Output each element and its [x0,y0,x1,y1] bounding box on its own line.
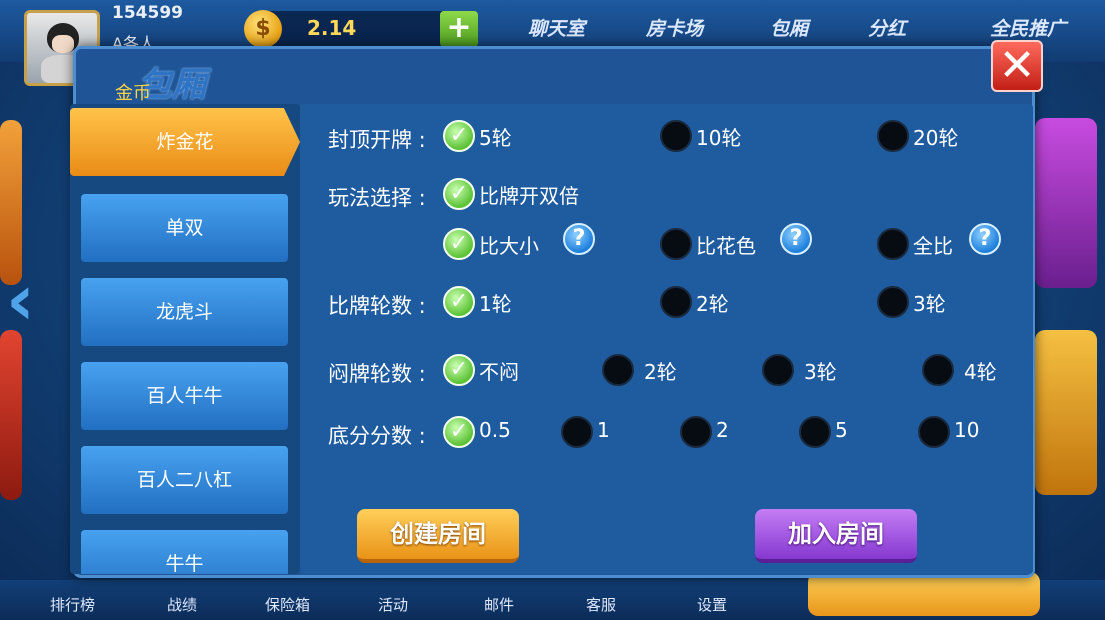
radio-icon[interactable] [602,354,634,386]
tab-odd-even[interactable]: 单双 [81,194,288,262]
nav-safe[interactable]: 保险箱 [265,594,310,615]
nav-records[interactable]: 战绩 [167,594,197,615]
chevron-left-icon[interactable]: ‹ [6,265,52,340]
option-label: 2 [716,418,729,442]
coin-amount: 2.14 [307,16,357,40]
coin-mode-label: 金币 [115,83,151,104]
nav-activity[interactable]: 活动 [378,594,408,615]
option-label: 10轮 [696,126,742,150]
option-label: 1 [597,418,610,442]
tab-hundred-28[interactable]: 百人二八杠 [81,446,288,514]
option-label: 3轮 [913,292,946,316]
nav-room-card[interactable]: 房卡场 [646,14,703,41]
nav-dividend[interactable]: 分红 [868,14,906,41]
checkbox-checked-icon[interactable]: ✓ [443,178,475,210]
option-label: 5轮 [479,126,512,150]
nav-settings[interactable]: 设置 [697,594,727,615]
option-label: 2轮 [696,292,729,316]
tab-niuniu[interactable]: 牛牛 [81,530,288,574]
radio-icon[interactable] [799,416,831,448]
option-label: 2轮 [644,360,677,384]
blind-rounds-label: 闷牌轮数 : [328,362,426,386]
radio-icon[interactable] [877,286,909,318]
tab-zhajinhua[interactable]: 炸金花 [70,108,300,176]
help-icon[interactable]: ? [969,223,1001,255]
tab-dragon-tiger[interactable]: 龙虎斗 [81,278,288,346]
radio-icon[interactable] [762,354,794,386]
radio-checked-icon[interactable]: ✓ [443,120,475,152]
nav-mail[interactable]: 邮件 [484,594,514,615]
option-label: 4轮 [964,360,997,384]
help-icon[interactable]: ? [563,223,595,255]
option-label: 比花色 [696,234,756,258]
avatar-face [52,35,74,53]
nav-ranking[interactable]: 排行榜 [50,594,95,615]
play-mode-label: 玩法选择 : [328,186,426,210]
tab-hundred-niuniu[interactable]: 百人牛牛 [81,362,288,430]
bg-game-card [1035,330,1097,495]
radio-icon[interactable] [660,228,692,260]
option-label: 比牌开双倍 [479,184,579,208]
option-label: 0.5 [479,418,511,442]
radio-icon[interactable] [660,286,692,318]
radio-icon[interactable] [877,228,909,260]
radio-checked-icon[interactable]: ✓ [443,286,475,318]
option-label: 1轮 [479,292,512,316]
option-label: 全比 [913,234,953,258]
option-label: 不闷 [479,360,519,384]
nav-promotion[interactable]: 全民推广 [990,14,1066,41]
radio-icon[interactable] [918,416,950,448]
radio-icon[interactable] [680,416,712,448]
options-panel [300,104,1033,574]
recharge-button[interactable] [808,572,1040,616]
create-room-button[interactable]: 创建房间 [357,509,519,563]
option-label: 10 [954,418,980,442]
help-icon[interactable]: ? [780,223,812,255]
bg-game-card [1035,118,1097,288]
add-coin-button[interactable]: + [440,11,478,47]
close-button[interactable]: ✕ [991,40,1043,92]
nav-private-room[interactable]: 包厢 [770,14,808,41]
radio-icon[interactable] [561,416,593,448]
cap-rounds-label: 封顶开牌 : [328,128,426,152]
base-score-label: 底分分数 : [328,424,426,448]
option-label: 5 [835,418,848,442]
game-tab-list: 炸金花 单双 龙虎斗 百人牛牛 百人二八杠 牛牛 [70,104,300,574]
compare-rounds-label: 比牌轮数 : [328,294,426,318]
option-label: 20轮 [913,126,959,150]
option-label: 3轮 [804,360,837,384]
bg-game-card [0,330,22,500]
radio-checked-icon[interactable]: ✓ [443,228,475,260]
radio-checked-icon[interactable]: ✓ [443,354,475,386]
radio-icon[interactable] [660,120,692,152]
nav-service[interactable]: 客服 [586,594,616,615]
coin-icon: $ [244,10,282,48]
nav-chat-room[interactable]: 聊天室 [528,14,585,41]
option-label: 比大小 [479,234,539,258]
radio-icon[interactable] [877,120,909,152]
join-room-button[interactable]: 加入房间 [755,509,917,563]
radio-checked-icon[interactable]: ✓ [443,416,475,448]
user-id: 154599 [112,3,183,23]
radio-icon[interactable] [922,354,954,386]
